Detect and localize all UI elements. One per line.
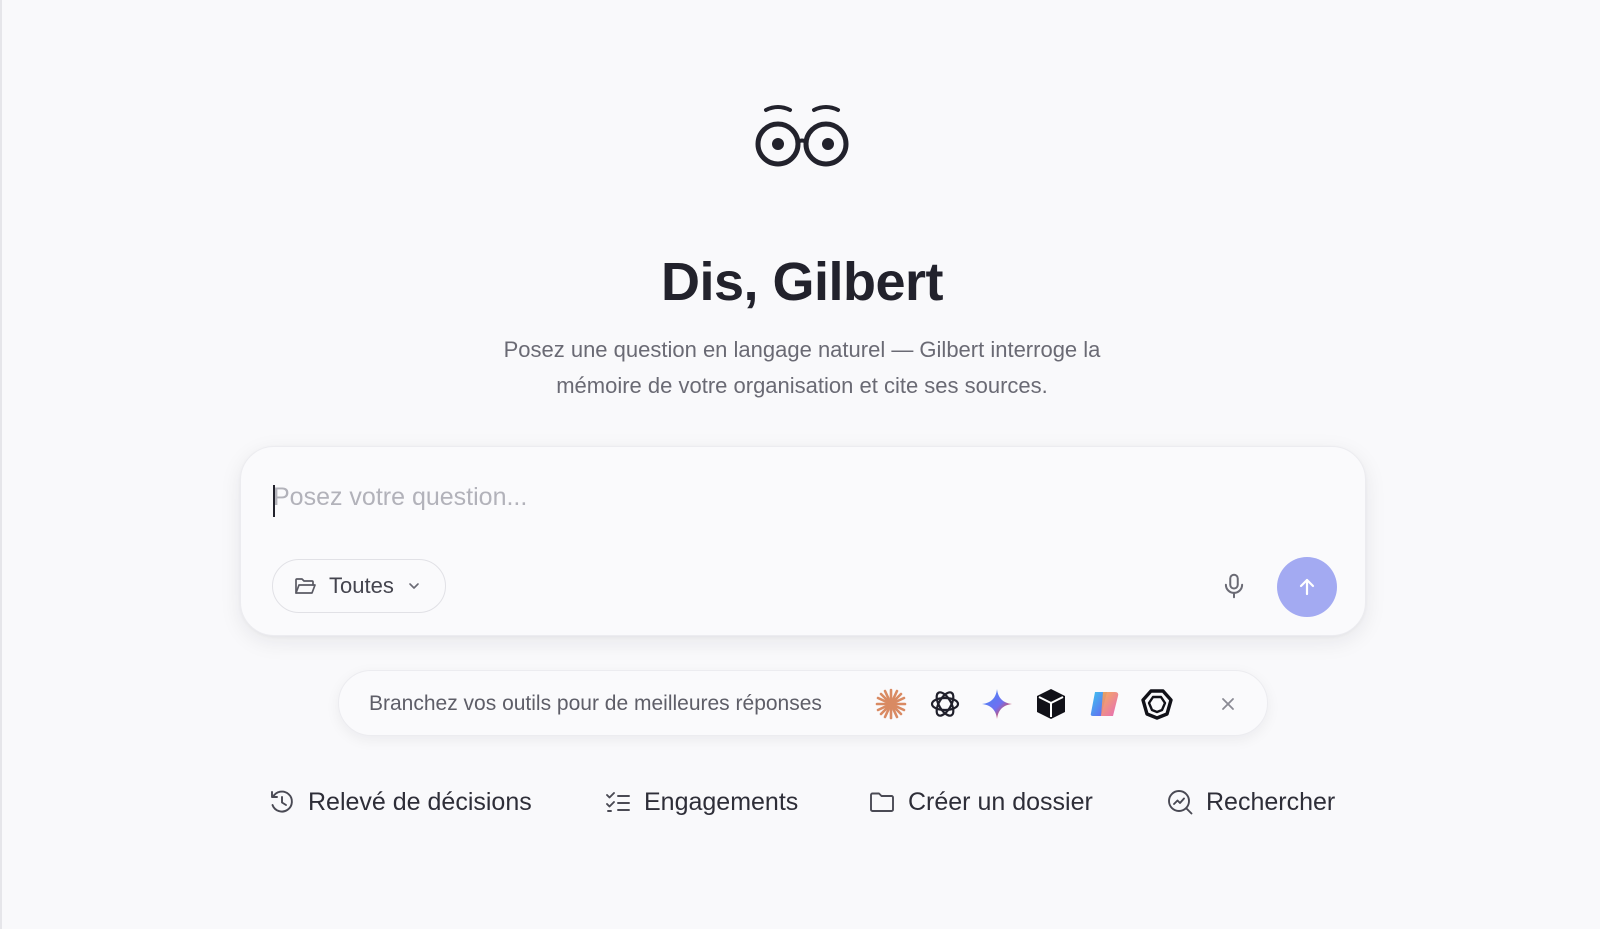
gilbert-eyes-logo-icon (755, 105, 849, 167)
folder-icon (870, 792, 894, 812)
action-commitments-label: Engagements (644, 787, 799, 816)
checklist-icon (606, 792, 630, 812)
chevron-down-icon (409, 583, 419, 589)
search-trend-icon (1168, 790, 1193, 815)
source-filter-label: Toutes (329, 573, 394, 598)
subtitle-line-2: mémoire de votre organisation et cite se… (556, 373, 1048, 398)
connect-tools-banner: Branchez vos outils pour de meilleures r… (338, 670, 1268, 736)
connect-tools-text: Branchez vos outils pour de meilleures r… (369, 692, 822, 715)
action-search-label: Rechercher (1206, 787, 1336, 816)
question-composer: Toutes (240, 446, 1366, 636)
subtitle-line-1: Posez une question en langage naturel — … (503, 337, 1101, 362)
tool-cube[interactable] (1033, 686, 1069, 722)
microphone-button[interactable] (1217, 569, 1251, 603)
openai-icon (930, 691, 960, 717)
history-icon (271, 790, 293, 813)
close-tools-banner-button[interactable] (1215, 691, 1241, 717)
source-filter-dropdown[interactable]: Toutes (272, 559, 446, 613)
folder-open-icon (295, 578, 316, 594)
hexagon-ring-icon (1141, 689, 1173, 720)
cube-icon (1037, 689, 1065, 719)
tool-hexagon[interactable] (1139, 686, 1175, 722)
microphone-icon (1224, 573, 1244, 599)
question-input[interactable] (273, 477, 1313, 517)
action-commitments[interactable]: Engagements (604, 782, 798, 822)
text-caret (273, 485, 275, 517)
gemini-icon (982, 689, 1012, 719)
close-icon (1222, 698, 1234, 710)
page-title: Dis, Gilbert (660, 252, 944, 312)
page-subtitle: Posez une question en langage naturel — … (442, 332, 1162, 404)
action-search[interactable]: Rechercher (1166, 782, 1335, 822)
action-decision-log-label: Relevé de décisions (308, 787, 532, 816)
arrow-up-icon (1299, 578, 1315, 596)
tool-gemini[interactable] (979, 686, 1015, 722)
copilot-icon (1090, 692, 1119, 716)
tool-claude[interactable] (873, 686, 909, 722)
action-create-folder[interactable]: Créer un dossier (868, 782, 1093, 822)
action-decision-log[interactable]: Relevé de décisions (268, 782, 532, 822)
page: Dis, Gilbert Posez une question en langa… (0, 0, 1600, 929)
send-button[interactable] (1277, 557, 1337, 617)
tool-copilot[interactable] (1087, 686, 1123, 722)
claude-icon (875, 688, 907, 720)
action-create-folder-label: Créer un dossier (908, 787, 1093, 816)
tool-openai[interactable] (927, 686, 963, 722)
